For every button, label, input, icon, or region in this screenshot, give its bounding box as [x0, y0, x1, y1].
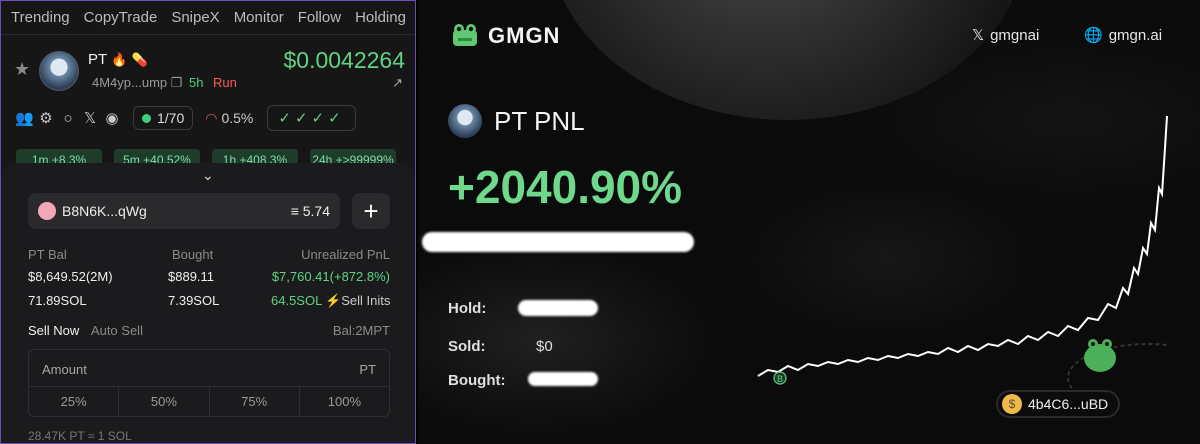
add-wallet-button[interactable]: +	[352, 193, 390, 229]
frog-icon	[453, 24, 477, 46]
percent-50-button[interactable]: 50%	[119, 387, 210, 416]
pill-icon: 💊	[131, 52, 148, 67]
twitter-handle: 𝕏 gmgnai	[972, 26, 1040, 45]
price-line	[757, 115, 1168, 377]
globe-icon: 🌐	[1084, 27, 1103, 44]
amount-input[interactable]: Amount PT 25% 50% 75% 100%	[28, 349, 390, 417]
hold-label: Hold:	[448, 300, 487, 317]
token-address-text: 4M4yp...ump	[92, 75, 168, 90]
wallet-avatar	[38, 202, 56, 220]
trade-sheet: ⌄ B8N6K...qWg ≡ 5.74 + PT Bal Bought Unr…	[2, 163, 414, 443]
exchange-rate: 28.47K PT ≈ 1 SOL	[28, 429, 132, 443]
percent-row: 25% 50% 75% 100%	[29, 386, 389, 416]
col-header-bal: PT Bal	[28, 247, 67, 262]
wallet-tag-text: 4b4C6...uBD	[1028, 396, 1109, 412]
sell-inits-label: Sell Inits	[341, 293, 391, 308]
x-icon[interactable]: 𝕏	[81, 109, 99, 127]
pnl-title: PT PNL	[494, 106, 585, 136]
pnl-sol: 64.5SOL	[271, 293, 323, 308]
top10-percent: 0.5%	[221, 110, 254, 126]
website-text: gmgn.ai	[1108, 26, 1163, 44]
pnl-card: GMGN 𝕏 gmgnai 🌐 gmgn.ai PT PNL +2040.90%…	[418, 0, 1200, 444]
wallet-selector[interactable]: B8N6K...qWg ≡ 5.74	[28, 193, 340, 229]
frog-mascot-icon	[1084, 339, 1116, 372]
money-face-icon: $	[1002, 394, 1022, 414]
nav-follow[interactable]: Follow	[298, 9, 341, 26]
wallet-name: B8N6K...qWg	[62, 203, 147, 219]
bal-sol: 71.89SOL	[28, 293, 87, 308]
star-icon[interactable]: ★	[14, 59, 30, 80]
token-links-row: 👥 ⚙ ○ 𝕏 ◉ 1/70 ◠ 0.5% ✓✓✓✓	[15, 105, 356, 131]
percent-25-button[interactable]: 25%	[29, 387, 120, 416]
chevron-down-icon[interactable]: ⌄	[202, 167, 214, 184]
nav-monitor[interactable]: Monitor	[234, 9, 284, 26]
sell-balance: Bal:2MPT	[332, 323, 390, 338]
wallet-balance: ≡ 5.74	[291, 203, 330, 219]
bought-sol: 7.39SOL	[168, 293, 220, 308]
gauge-icon: ◠	[205, 109, 218, 126]
holders-badge[interactable]: 1/70	[133, 106, 194, 130]
amount-label: Amount	[42, 362, 87, 377]
trading-panel: Trending CopyTrade SnipeX Monitor Follow…	[0, 0, 416, 444]
nav-copytrade[interactable]: CopyTrade	[84, 9, 158, 26]
percent-100-button[interactable]: 100%	[300, 387, 389, 416]
holders-icon[interactable]: 👥	[15, 109, 34, 127]
token-symbol: PT	[88, 51, 107, 68]
bought-usd: $889.11	[168, 269, 215, 284]
bought-redaction	[528, 372, 598, 386]
brand-name: GMGN	[488, 23, 561, 48]
redaction-mark	[422, 232, 694, 252]
pnl-usd: $7,760.41(+872.8%)	[271, 269, 390, 284]
holders-count: 1/70	[157, 110, 185, 126]
bal-usd: $8,649.52(2M)	[28, 269, 113, 284]
bought-label: Bought:	[448, 372, 506, 389]
sell-inits-button[interactable]: ⚡Sell Inits	[325, 293, 390, 309]
col-header-bought: Bought	[172, 247, 214, 262]
price-chart: B	[757, 115, 1168, 408]
pnl-token-avatar	[448, 104, 482, 138]
website-link: 🌐 gmgn.ai	[1084, 26, 1163, 45]
nav-snipex[interactable]: SnipeX	[171, 9, 219, 26]
token-name: PT 🔥 💊	[88, 51, 148, 68]
security-checks[interactable]: ✓✓✓✓	[267, 105, 356, 131]
tab-auto-sell[interactable]: Auto Sell	[91, 323, 143, 338]
nav-trending[interactable]: Trending	[11, 9, 70, 26]
amount-unit: PT	[359, 362, 376, 377]
x-icon: 𝕏	[972, 27, 985, 44]
solana-icon: ≡	[290, 203, 299, 219]
brand-logo: GMGN	[450, 22, 560, 50]
pnl-value: +2040.90%	[448, 161, 683, 213]
sell-tabs: Sell Now Auto Sell	[28, 323, 143, 338]
search-icon[interactable]: ○	[59, 110, 77, 127]
nav-holding[interactable]: Holding	[355, 9, 406, 26]
token-status: Run	[213, 75, 237, 90]
lightning-icon: ⚡	[325, 293, 342, 308]
token-age: 5h	[189, 75, 204, 90]
token-avatar	[39, 51, 79, 91]
token-price: $0.0042264	[283, 47, 405, 73]
twitter-text: gmgnai	[990, 26, 1040, 44]
top-nav: Trending CopyTrade SnipeX Monitor Follow…	[1, 1, 415, 35]
website-icon[interactable]: ◉	[103, 109, 121, 127]
copy-icon[interactable]: ❐	[171, 75, 183, 90]
tab-sell-now[interactable]: Sell Now	[28, 323, 79, 338]
buy-marker-label: B	[777, 374, 783, 384]
wallet-tag: $ 4b4C6...uBD	[996, 390, 1121, 418]
sold-value: $0	[536, 338, 553, 355]
fire-icon: 🔥	[111, 52, 128, 67]
wallet-balance-value: 5.74	[302, 203, 330, 219]
external-link-icon[interactable]: ↗	[392, 75, 403, 91]
sold-label: Sold:	[448, 338, 486, 355]
status-dot-icon	[142, 113, 151, 123]
dev-icon[interactable]: ⚙	[37, 109, 55, 127]
col-header-pnl: Unrealized PnL	[301, 247, 390, 262]
token-address[interactable]: 4M4yp...ump ❐	[92, 75, 182, 91]
hold-redaction	[518, 300, 598, 316]
token-header: ★ PT 🔥 💊 4M4yp...ump ❐ 5h Run $0.0042264…	[1, 47, 415, 93]
percent-75-button[interactable]: 75%	[210, 387, 300, 416]
